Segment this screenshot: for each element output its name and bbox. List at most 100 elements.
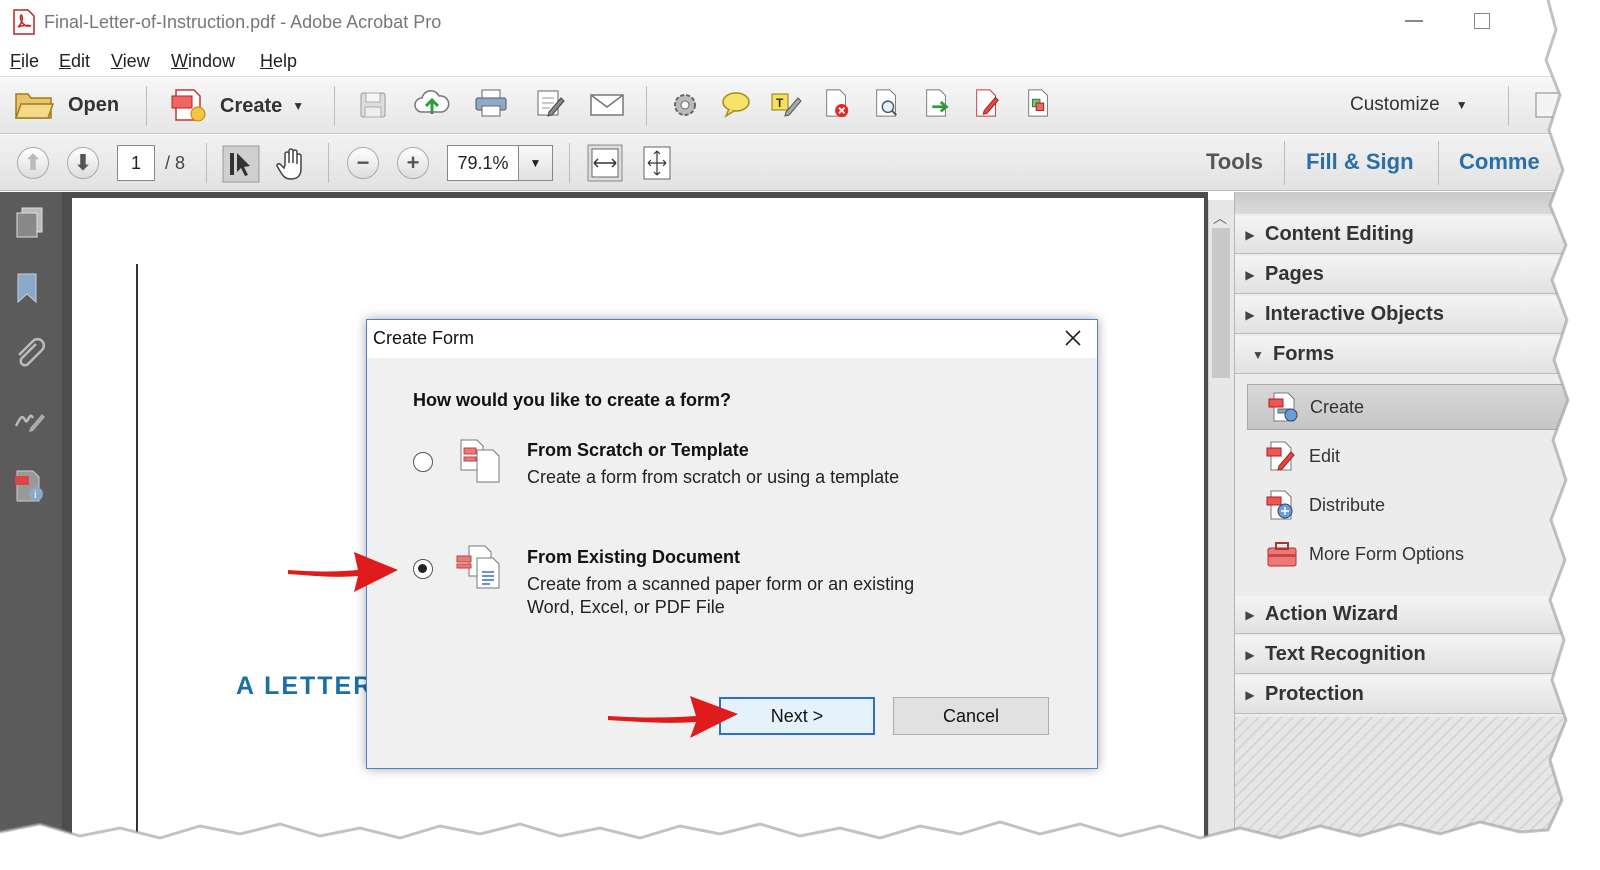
menu-bar: File Edit View Window Help [0, 44, 1600, 77]
forms-item-label: Edit [1309, 445, 1341, 466]
section-text-recognition[interactable]: ▶ Text Recognition [1235, 636, 1600, 674]
close-icon[interactable] [1061, 326, 1085, 350]
divider [1508, 86, 1509, 126]
settings-gear-icon[interactable] [670, 90, 700, 120]
minus-icon: − [356, 150, 370, 175]
print-icon[interactable] [474, 88, 508, 118]
scroll-thumb[interactable] [1212, 228, 1230, 378]
divider [334, 86, 335, 126]
expand-arrow-icon: ▶ [1245, 227, 1255, 242]
section-action-wizard[interactable]: ▶ Action Wizard [1235, 596, 1600, 634]
section-forms[interactable]: ▼ Forms [1235, 336, 1600, 374]
cloud-upload-icon[interactable] [414, 88, 450, 118]
option-from-scratch-title: From Scratch or Template [527, 440, 749, 460]
section-content-editing[interactable]: ▶ Content Editing [1235, 216, 1600, 254]
fit-width-icon[interactable] [586, 143, 624, 183]
section-label: Interactive Objects [1265, 303, 1444, 325]
forms-item-create[interactable]: Create [1247, 384, 1600, 430]
minimize-button[interactable] [1405, 20, 1423, 22]
expand-arrow-icon: ▶ [1245, 647, 1255, 662]
create-form-icon [1268, 392, 1298, 422]
document-info-icon[interactable]: i [12, 468, 48, 504]
tab-fill-sign[interactable]: Fill & Sign [1306, 149, 1414, 175]
edit-pdf-icon[interactable] [972, 88, 1002, 118]
panel-top-bar [1235, 192, 1600, 214]
create-pdf-icon [171, 89, 206, 122]
arrow-down-icon: ⬇ [73, 150, 93, 175]
edit-form-icon [1266, 441, 1295, 471]
section-label: Pages [1265, 263, 1324, 285]
forms-item-edit[interactable]: Edit [1235, 433, 1600, 479]
navigation-toolbar: ⬆ ⬇ 1 / 8 − + 79.1% ▼ Tools Fill & Sign … [0, 135, 1600, 191]
zoom-out-button[interactable]: − [347, 147, 379, 179]
zoom-dropdown-button[interactable]: ▼ [519, 145, 553, 181]
delete-pdf-icon[interactable] [822, 88, 852, 118]
next-button[interactable]: Next > [719, 697, 875, 735]
signatures-icon[interactable] [12, 402, 48, 438]
search-document-icon[interactable] [872, 88, 902, 118]
menu-window[interactable]: Window [171, 51, 235, 72]
attachments-icon[interactable] [12, 336, 48, 372]
expand-arrow-icon: ▶ [1245, 267, 1255, 282]
zoom-level-input[interactable]: 79.1% [447, 145, 519, 181]
save-icon[interactable] [358, 90, 388, 120]
svg-text:i: i [34, 489, 36, 501]
vertical-scrollbar[interactable]: ︿ [1208, 200, 1234, 870]
comment-icon[interactable] [720, 90, 752, 120]
menu-edit[interactable]: Edit [59, 51, 90, 72]
section-protection[interactable]: ▶ Protection [1235, 676, 1600, 714]
plus-icon: + [406, 150, 420, 175]
radio-from-existing-document[interactable] [413, 559, 433, 579]
menu-view[interactable]: View [111, 51, 150, 72]
forms-item-label: Create [1310, 396, 1365, 417]
hand-tool-icon[interactable] [276, 147, 308, 181]
highlight-text-icon[interactable]: T [770, 88, 802, 118]
expand-arrow-icon: ▶ [1245, 687, 1255, 702]
dialog-title: Create Form [373, 328, 475, 348]
maximize-button[interactable] [1474, 13, 1490, 29]
divider [328, 143, 329, 183]
forms-item-more-form-options[interactable]: More Form Options [1235, 531, 1600, 577]
open-button[interactable]: Open [14, 88, 119, 122]
export-pdf-icon[interactable] [922, 88, 952, 118]
zoom-in-button[interactable]: + [397, 147, 429, 179]
email-icon[interactable] [589, 90, 625, 120]
next-page-button[interactable]: ⬇ [67, 147, 99, 179]
panel-empty-area [1235, 717, 1600, 870]
pdf-file-icon [13, 9, 35, 35]
previous-page-button[interactable]: ⬆ [17, 147, 49, 179]
bookmarks-icon[interactable] [12, 270, 48, 306]
annotation-arrow-icon [608, 696, 738, 738]
expand-arrow-icon: ▶ [1245, 607, 1255, 622]
fit-page-icon[interactable] [642, 145, 672, 181]
forms-item-distribute[interactable]: Distribute [1235, 482, 1600, 528]
existing-document-icon [456, 545, 500, 589]
divider [146, 86, 147, 126]
select-tool-icon[interactable] [222, 145, 260, 183]
forms-item-label: More Form Options [1309, 543, 1465, 564]
page-number-input[interactable]: 1 [117, 145, 155, 181]
section-label: Action Wizard [1265, 603, 1399, 625]
combine-files-icon[interactable] [1024, 88, 1054, 118]
page-thumbnails-icon[interactable] [12, 204, 48, 240]
tab-comment[interactable]: Comme [1459, 149, 1540, 175]
scroll-up-icon[interactable]: ︿ [1213, 208, 1227, 228]
cancel-button[interactable]: Cancel [893, 697, 1049, 735]
option-from-scratch-description: Create a form from scratch or using a te… [527, 467, 900, 487]
tab-tools[interactable]: Tools [1206, 149, 1263, 175]
divider [1438, 141, 1439, 185]
divider [1284, 141, 1285, 185]
option-existing-document-description-line2: Word, Excel, or PDF File [527, 597, 725, 617]
expand-panel-icon[interactable] [1534, 90, 1564, 120]
section-interactive-objects[interactable]: ▶ Interactive Objects [1235, 296, 1600, 334]
edit-document-icon[interactable] [535, 88, 565, 118]
main-toolbar: Open Create ▼ T Customize ▼ [0, 78, 1600, 134]
dropdown-arrow-icon: ▼ [292, 99, 305, 113]
collapse-arrow-icon: ▼ [1252, 347, 1264, 362]
menu-help[interactable]: Help [260, 51, 297, 72]
customize-button[interactable]: Customize ▼ [1350, 94, 1468, 116]
radio-from-scratch[interactable] [413, 452, 433, 472]
section-pages[interactable]: ▶ Pages [1235, 256, 1600, 294]
create-button[interactable]: Create ▼ [170, 88, 304, 124]
menu-file[interactable]: File [10, 51, 39, 72]
